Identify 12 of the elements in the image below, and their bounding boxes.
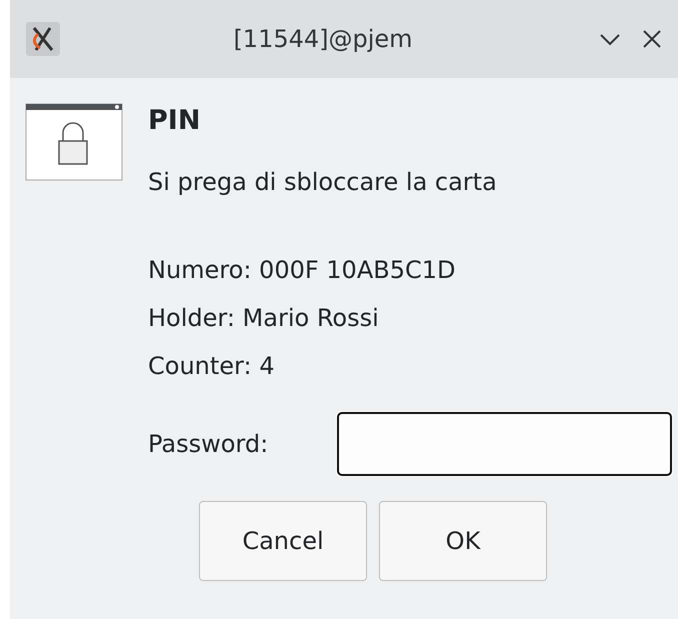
lock-icon [25,103,123,181]
detail-text: Numero: 000F 10AB5C1D [148,255,456,286]
window-title: [11544]@pjem [232,25,414,53]
app-icon [26,22,60,56]
message-text: Si prega di sbloccare la carta [148,168,498,196]
dialog-button[interactable]: Cancel [199,501,367,581]
detail-text: Holder: Mario Rossi [148,303,380,334]
password-label: Password: [148,430,270,458]
dialog-heading: PIN [148,105,202,136]
dialog-button[interactable]: OK [379,501,547,581]
detail-text: Counter: 4 [148,351,276,382]
password-field[interactable] [337,412,672,476]
